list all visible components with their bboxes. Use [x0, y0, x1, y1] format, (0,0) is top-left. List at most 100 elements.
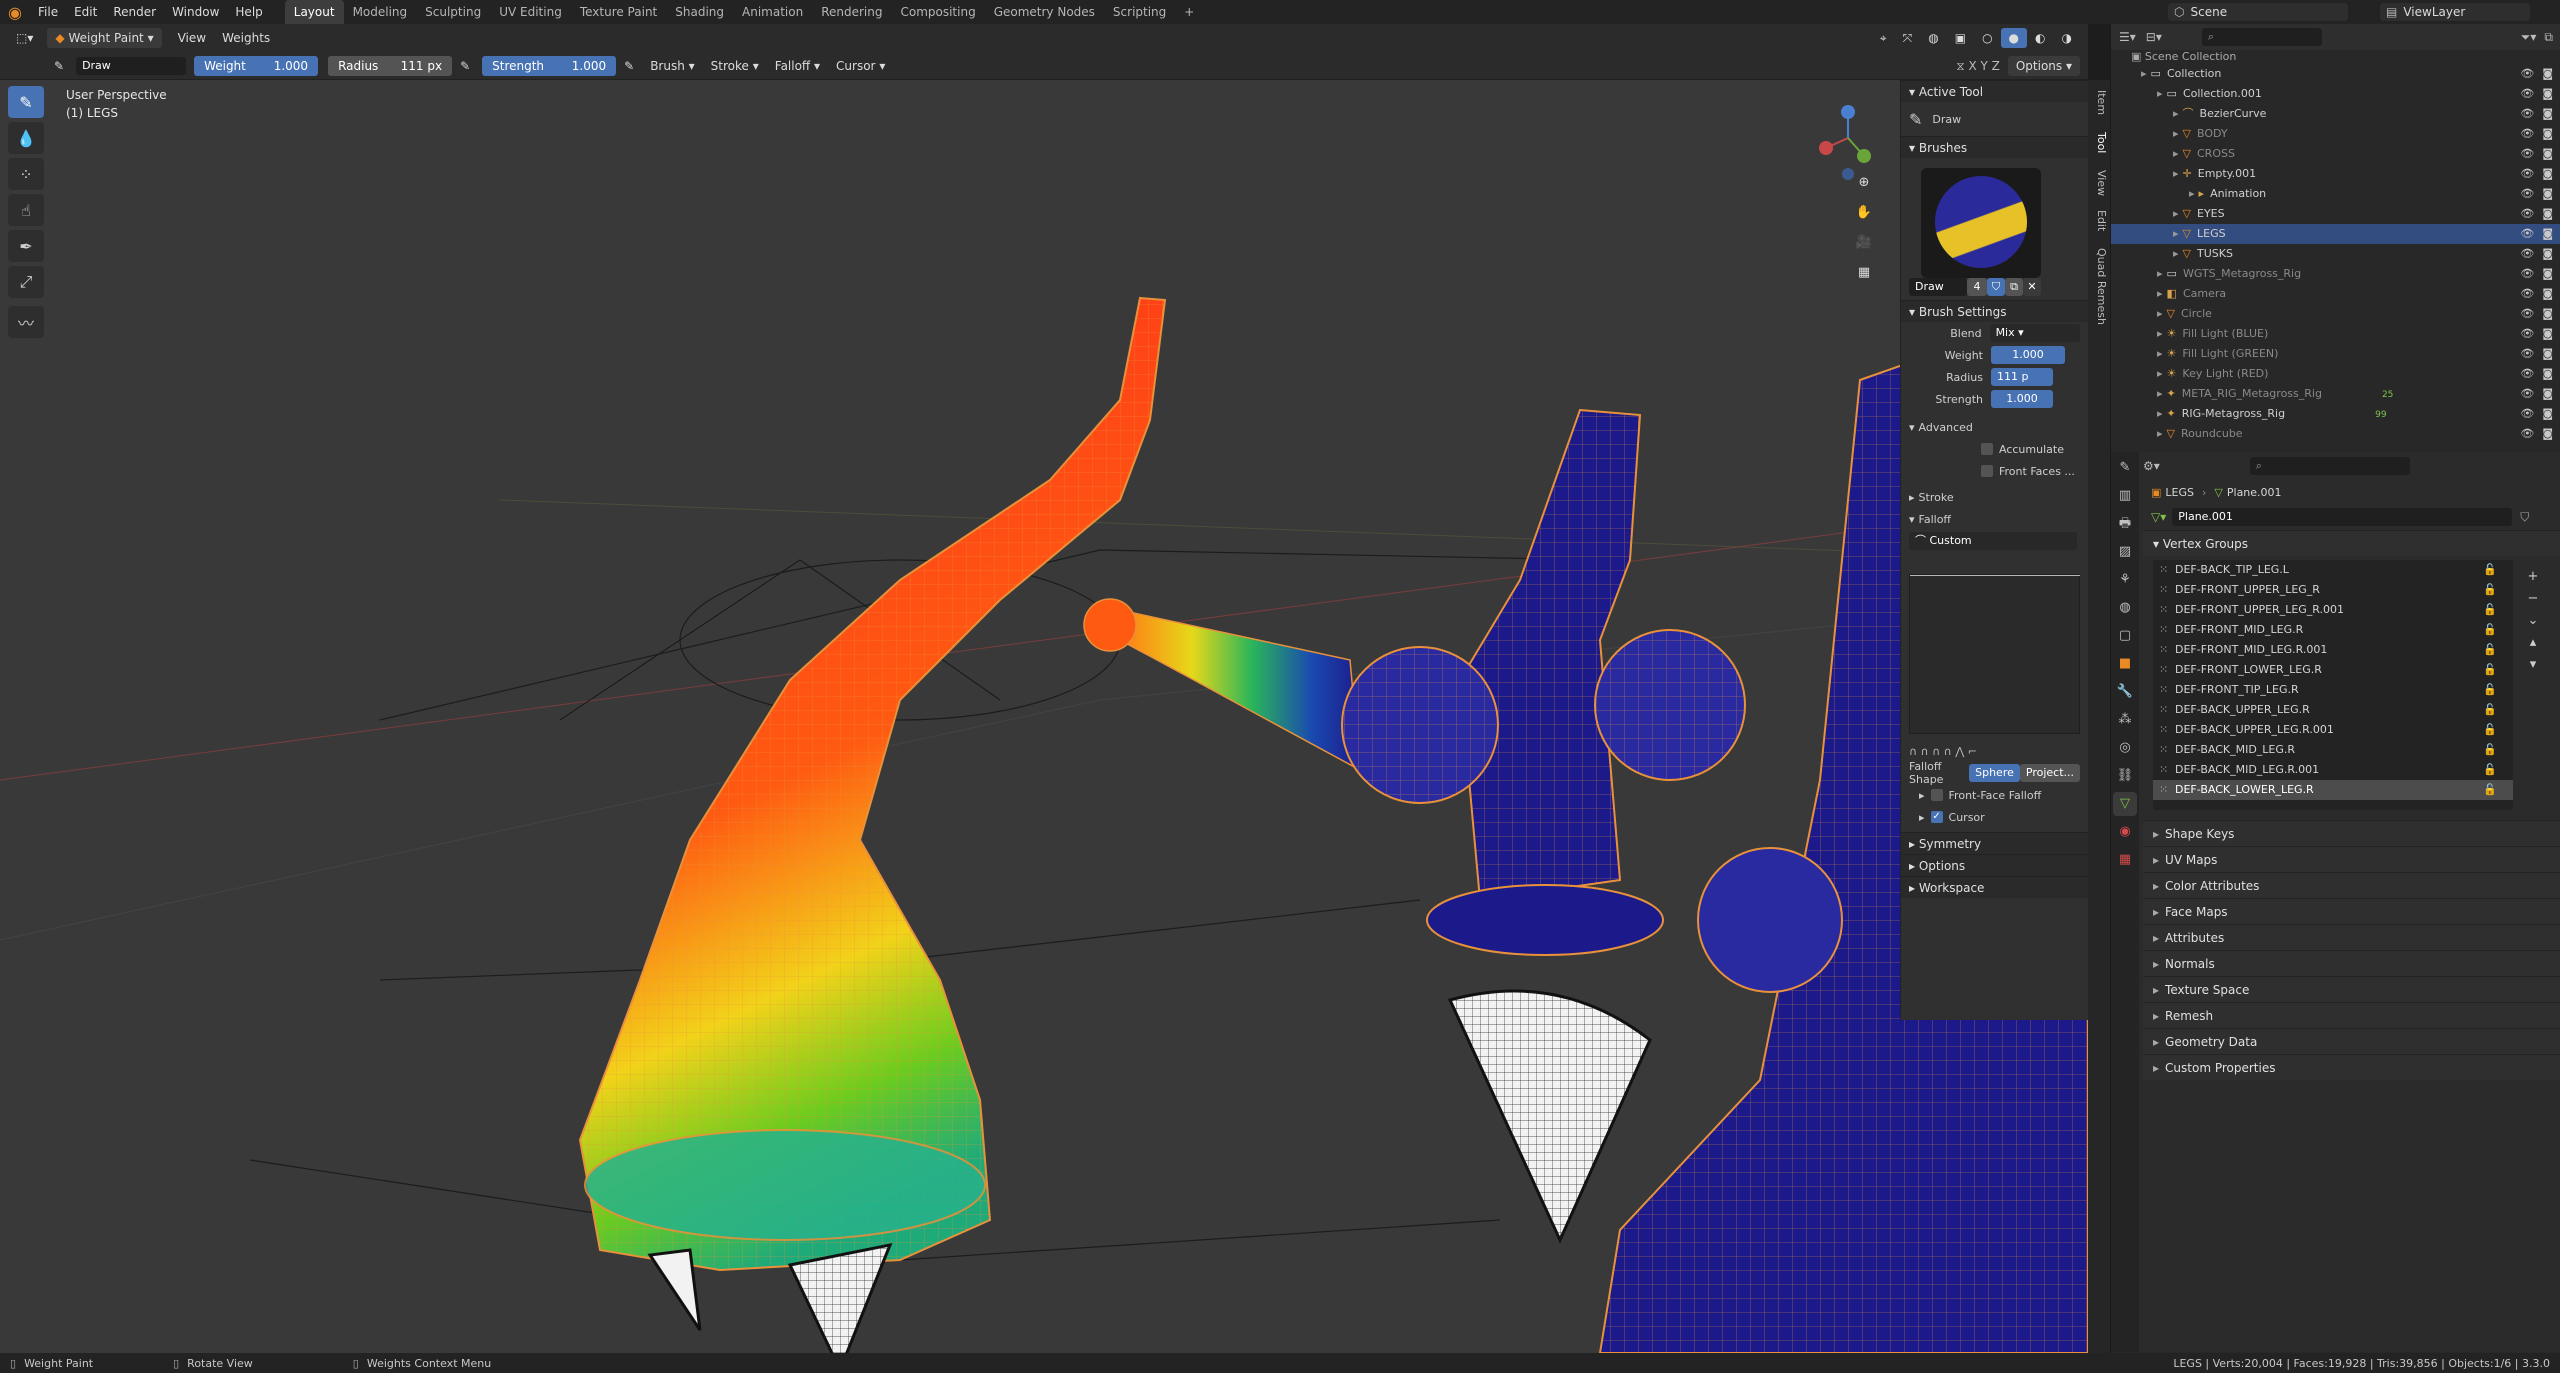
editor-type-button[interactable]: ⬚▾ — [8, 28, 41, 48]
camera-render-icon[interactable]: ◙ — [2542, 87, 2553, 100]
menu-edit[interactable]: Edit — [66, 0, 105, 24]
eye-icon[interactable]: 👁 — [2520, 387, 2534, 400]
eye-icon[interactable]: 👁 — [2520, 207, 2534, 220]
eye-icon[interactable]: 👁 — [2520, 347, 2534, 360]
outliner-row[interactable]: ▸ ☀ Fill Light (GREEN) 👁 ◙ — [2111, 344, 2560, 364]
fake-user-shield-icon[interactable]: ⛉ — [2520, 510, 2529, 525]
camera-render-icon[interactable]: ◙ — [2542, 427, 2553, 440]
eye-icon[interactable]: 👁 — [2520, 227, 2534, 240]
lock-icon[interactable]: 🔓 — [2483, 620, 2497, 640]
visibility-toggles[interactable]: 👁 ◙ — [2520, 204, 2553, 224]
xray-toggle-icon[interactable]: ▣ — [1947, 28, 1974, 48]
visibility-toggles[interactable]: 👁 ◙ — [2520, 224, 2553, 244]
camera-render-icon[interactable]: ◙ — [2542, 187, 2553, 200]
visibility-toggles[interactable]: 👁 ◙ — [2520, 364, 2553, 384]
tab-quad-remesh[interactable]: Quad Remesh — [2090, 248, 2108, 325]
front-faces-row[interactable]: Front Faces ... — [1901, 460, 2088, 482]
eye-icon[interactable]: 👁 — [2520, 407, 2534, 420]
view-menu[interactable]: View — [170, 28, 214, 48]
curve-presets-row[interactable]: ∩ ∩ ∩ ∩ ⋀ ⌐ — [1901, 740, 2088, 762]
eye-icon[interactable]: 👁 — [2520, 187, 2534, 200]
workspace-tab-animation[interactable]: Animation — [733, 0, 812, 24]
lock-icon[interactable]: 🔓 — [2483, 760, 2497, 780]
outliner-row[interactable]: ▸ ▽ EYES 👁 ◙ — [2111, 204, 2560, 224]
brush-preview-icon[interactable]: ✎ — [46, 56, 72, 76]
modifier-properties-icon[interactable]: 🔧 — [2113, 680, 2137, 704]
vertex-group-list[interactable]: ⁙ DEF-BACK_TIP_LEG.L 🔓 ⁙ DEF-FRONT_UPPER_LEG… — [2153, 560, 2513, 810]
workspace-tab-modeling[interactable]: Modeling — [344, 0, 417, 24]
lock-icon[interactable]: 🔓 — [2483, 580, 2497, 600]
menu-help[interactable]: Help — [227, 0, 270, 24]
menu-window[interactable]: Window — [164, 0, 227, 24]
workspace-tab-scripting[interactable]: Scripting — [1104, 0, 1175, 24]
panel-normals[interactable]: ▸ Normals — [2143, 950, 2560, 976]
tab-item[interactable]: Item — [2090, 90, 2108, 115]
falloff-project-button[interactable]: Project... — [2019, 764, 2080, 782]
expand-arrow-icon[interactable]: ▸ — [2157, 307, 2163, 320]
outliner-row[interactable]: ▸ ▽ BODY 👁 ◙ — [2111, 124, 2560, 144]
expand-arrow-icon[interactable]: ▸ — [2157, 327, 2163, 340]
add-vertex-group-icon[interactable]: + — [2521, 566, 2545, 588]
camera-render-icon[interactable]: ◙ — [2542, 407, 2553, 420]
physics-properties-icon[interactable]: ◎ — [2113, 736, 2137, 760]
properties-search-input[interactable]: ⌕ — [2249, 457, 2410, 475]
render-properties-icon[interactable]: ▥ — [2113, 484, 2137, 508]
vertex-group-item[interactable]: ⁙ DEF-FRONT_MID_LEG.R.001 🔓 — [2153, 640, 2513, 660]
eye-icon[interactable]: 👁 — [2520, 127, 2534, 140]
expand-arrow-icon[interactable]: ▸ — [2157, 407, 2163, 420]
filter-icon[interactable]: ⏷▾ — [2521, 30, 2537, 45]
falloff-preset-dropdown[interactable]: ⌒ Custom — [1909, 532, 2077, 550]
weight-field[interactable]: 1.000 — [1991, 346, 2065, 364]
collection-properties-icon[interactable]: ▢ — [2113, 624, 2137, 648]
visibility-toggles[interactable]: 👁 ◙ — [2520, 124, 2553, 144]
mirror-axes[interactable]: ⧖ X Y Z — [1948, 56, 2008, 76]
mesh-datablock-icon[interactable]: ▽▾ — [2151, 510, 2166, 524]
vertex-group-item[interactable]: ⁙ DEF-FRONT_UPPER_LEG_R.001 🔓 — [2153, 600, 2513, 620]
panel-shape-keys[interactable]: ▸ Shape Keys — [2143, 820, 2560, 846]
expand-arrow-icon[interactable]: ▸ — [2173, 227, 2179, 240]
eye-icon[interactable]: 👁 — [2520, 167, 2534, 180]
outliner-row[interactable]: ▸ ✦ RIG-Metagross_Rig 99 👁 ◙ — [2111, 404, 2560, 424]
properties-editor-icon[interactable]: ⚙▾ — [2143, 459, 2160, 473]
strength-pressure-icon[interactable]: ✎ — [616, 56, 642, 76]
sample-weight-tool-icon[interactable]: ✒ — [8, 230, 44, 262]
camera-render-icon[interactable]: ◙ — [2542, 167, 2553, 180]
vertex-group-item[interactable]: ⁙ DEF-BACK_UPPER_LEG.R 🔓 — [2153, 700, 2513, 720]
visibility-toggles[interactable]: 👁 ◙ — [2520, 304, 2553, 324]
panel-texture-space[interactable]: ▸ Texture Space — [2143, 976, 2560, 1002]
outliner-row[interactable]: ▸ ☀ Key Light (RED) 👁 ◙ — [2111, 364, 2560, 384]
mesh-name-field[interactable]: Plane.001 — [2172, 508, 2513, 526]
expand-arrow-icon[interactable]: ▸ — [2157, 387, 2163, 400]
expand-arrow-icon[interactable]: ▸ — [2157, 267, 2163, 280]
brush-thumbnail[interactable] — [1921, 168, 2041, 278]
ortho-grid-icon[interactable]: ▦ — [1852, 260, 1876, 284]
camera-render-icon[interactable]: ◙ — [2542, 387, 2553, 400]
visibility-toggles[interactable]: 👁 ◙ — [2520, 84, 2553, 104]
tab-view[interactable]: View — [2090, 170, 2108, 196]
visibility-toggles[interactable]: 👁 ◙ — [2520, 404, 2553, 424]
camera-render-icon[interactable]: ◙ — [2542, 307, 2553, 320]
outliner-row[interactable]: ▸ ☀ Fill Light (BLUE) 👁 ◙ — [2111, 324, 2560, 344]
falloff-curve-widget[interactable] — [1909, 574, 2080, 734]
eye-icon[interactable]: 👁 — [2520, 287, 2534, 300]
outliner-row[interactable]: ▸ ▸ Animation 👁 ◙ — [2111, 184, 2560, 204]
stroke-subpanel[interactable]: ▸ Stroke — [1901, 486, 2088, 508]
unlink-brush-icon[interactable]: ✕ — [2023, 278, 2041, 296]
cursor-checkbox[interactable]: ✓ — [1930, 811, 1943, 823]
zoom-icon[interactable]: ⊕ — [1852, 170, 1876, 194]
outliner-row[interactable]: ▸ ▽ LEGS 👁 ◙ — [2111, 224, 2560, 244]
visibility-toggles[interactable]: 👁 ◙ — [2520, 384, 2553, 404]
outliner-row[interactable]: ▸ ▭ WGTS_Metagross_Rig 👁 ◙ — [2111, 264, 2560, 284]
front-face-falloff-row[interactable]: ▸ Front-Face Falloff — [1901, 784, 2088, 806]
workspace-tab-rendering[interactable]: Rendering — [812, 0, 891, 24]
expand-arrow-icon[interactable]: ▸ — [2173, 247, 2179, 260]
camera-render-icon[interactable]: ◙ — [2542, 367, 2553, 380]
eye-icon[interactable]: 👁 — [2520, 267, 2534, 280]
panel-color-attributes[interactable]: ▸ Color Attributes — [2143, 872, 2560, 898]
vertex-groups-panel[interactable]: ▾ Vertex Groups — [2143, 530, 2560, 556]
front-face-falloff-checkbox[interactable] — [1930, 789, 1943, 801]
lock-icon[interactable]: 🔓 — [2483, 560, 2497, 580]
outliner-row[interactable]: ▸ ✦ META_RIG_Metagross_Rig 25 👁 ◙ — [2111, 384, 2560, 404]
camera-render-icon[interactable]: ◙ — [2542, 347, 2553, 360]
cursor-menu[interactable]: Cursor ▾ — [828, 56, 893, 76]
